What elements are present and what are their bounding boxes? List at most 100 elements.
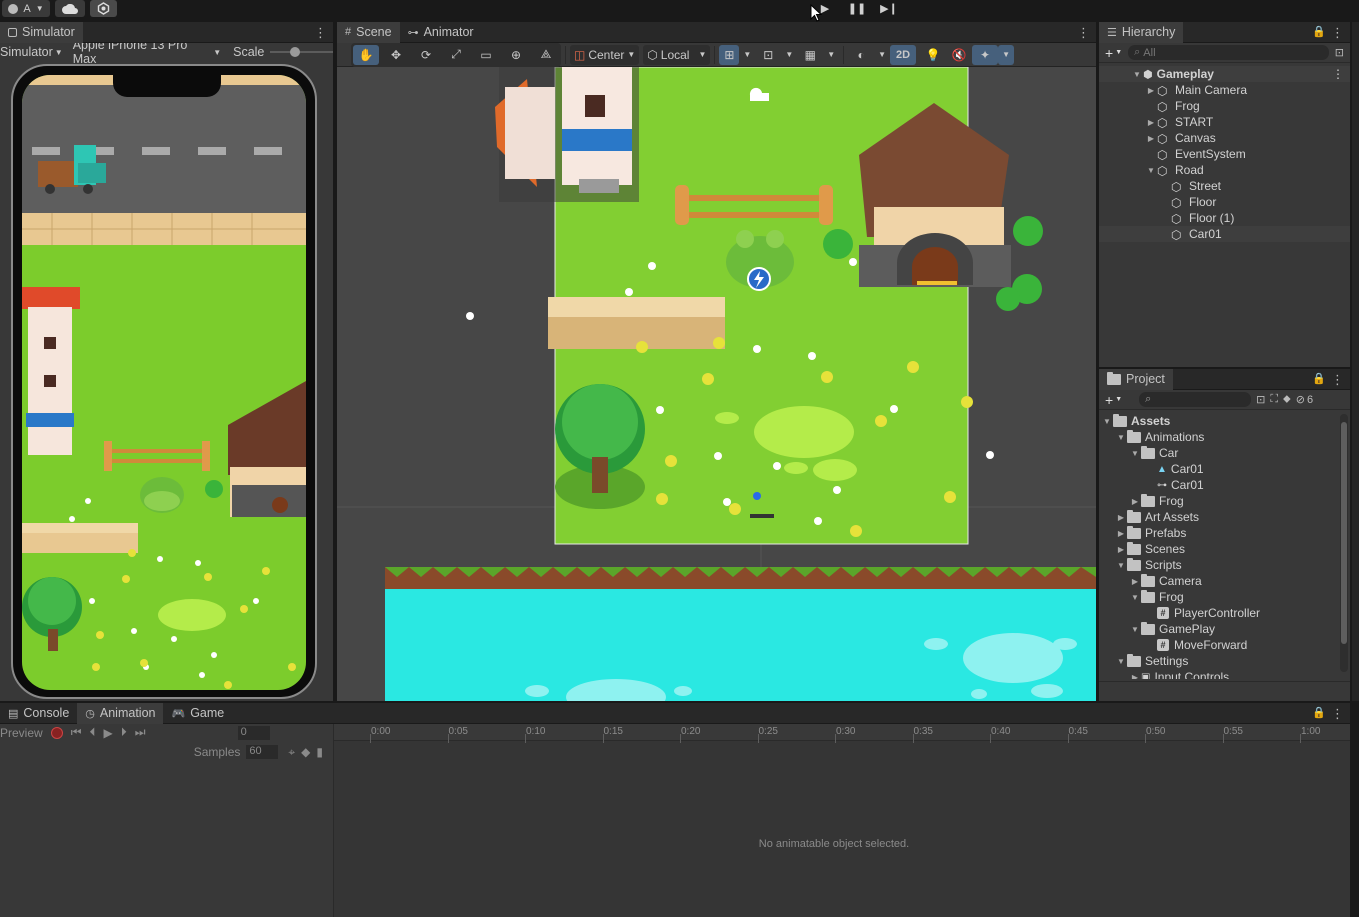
list-item[interactable]: # MoveForward: [1099, 637, 1350, 653]
scale-slider[interactable]: [270, 47, 333, 57]
list-item[interactable]: ▶ ⬡ Canvas: [1099, 130, 1350, 146]
list-item[interactable]: ▼ Animations: [1099, 429, 1350, 445]
search-options-icon[interactable]: ⊡: [1335, 46, 1344, 59]
list-item[interactable]: ⊶ Car01: [1099, 477, 1350, 493]
chevron-down-icon[interactable]: ▼: [739, 45, 755, 65]
expand-arrow-icon[interactable]: ▼: [1131, 70, 1143, 79]
list-item[interactable]: ▶ Scenes: [1099, 541, 1350, 557]
more-options-icon[interactable]: ⋮: [314, 25, 327, 41]
grid-snap-button[interactable]: ⊞: [719, 44, 740, 65]
scene-viewport[interactable]: [337, 67, 1096, 701]
list-item[interactable]: ▶ Art Assets: [1099, 509, 1350, 525]
pause-button[interactable]: ❚❚: [844, 0, 870, 16]
expand-arrow-icon[interactable]: ▶: [1129, 497, 1141, 506]
pivot-dropdown[interactable]: ◫ Center ▼: [570, 44, 640, 65]
more-options-icon[interactable]: ⋮: [1332, 67, 1344, 81]
add-asset-button[interactable]: + ▼: [1105, 392, 1122, 408]
scale-tool-button[interactable]: ⤢: [443, 45, 469, 65]
filter-icon[interactable]: ⛶: [1270, 393, 1278, 406]
chevron-down-icon[interactable]: ▼: [823, 45, 839, 65]
expand-arrow-icon[interactable]: ▼: [1115, 561, 1127, 570]
move-tool-button[interactable]: ✥: [383, 45, 409, 65]
expand-arrow-icon[interactable]: ▼: [1115, 657, 1127, 666]
expand-arrow-icon[interactable]: ▼: [1129, 625, 1141, 634]
slider-handle[interactable]: [290, 47, 301, 57]
list-item[interactable]: ⬡ Car01: [1099, 226, 1350, 242]
rect-tool-button[interactable]: ▭: [473, 45, 499, 65]
rotate-tool-button[interactable]: ⟳: [413, 45, 439, 65]
list-item[interactable]: ▼ GamePlay: [1099, 621, 1350, 637]
play-icon[interactable]: ▶: [104, 726, 113, 740]
tab-simulator[interactable]: Simulator: [0, 21, 83, 43]
project-search[interactable]: ⌕: [1139, 392, 1252, 407]
custom-tool-button[interactable]: ⟁: [533, 45, 559, 65]
hierarchy-search[interactable]: ⌕ All: [1128, 45, 1329, 60]
space-dropdown[interactable]: ⬡ Local ▼: [643, 44, 711, 65]
increment-snap-button[interactable]: ⊡: [755, 45, 781, 65]
list-item[interactable]: ▼ Frog: [1099, 589, 1350, 605]
hidden-packages-toggle[interactable]: ⊘ 6: [1296, 393, 1313, 407]
timeline-area[interactable]: No animatable object selected.: [334, 724, 1350, 917]
expand-arrow-icon[interactable]: ▼: [1145, 166, 1157, 175]
lock-icon[interactable]: 🔒: [1312, 372, 1326, 385]
list-item[interactable]: ⬡ Frog: [1099, 98, 1350, 114]
list-item[interactable]: ▶ Prefabs: [1099, 525, 1350, 541]
hand-tool-button[interactable]: ✋: [353, 44, 379, 65]
list-item[interactable]: ▶ ⬡ START: [1099, 114, 1350, 130]
expand-arrow-icon[interactable]: ▼: [1101, 417, 1113, 426]
lock-icon[interactable]: 🔒: [1312, 25, 1326, 38]
list-item[interactable]: ▼ Assets: [1099, 413, 1350, 429]
lighting-button[interactable]: 💡: [920, 45, 946, 65]
services-button[interactable]: [90, 0, 117, 17]
expand-arrow-icon[interactable]: ▶: [1145, 134, 1157, 143]
expand-arrow-icon[interactable]: ▶: [1115, 529, 1127, 538]
last-keyframe-icon[interactable]: ⏭: [135, 725, 146, 740]
more-options-icon[interactable]: ⋮: [1331, 25, 1344, 41]
list-item[interactable]: ▼ ⬡ Road: [1099, 162, 1350, 178]
list-item[interactable]: # PlayerController: [1099, 605, 1350, 621]
expand-arrow-icon[interactable]: ▶: [1145, 86, 1157, 95]
list-item[interactable]: ▶ ▣ Input Controls: [1099, 669, 1350, 679]
list-item[interactable]: ▼ ⬢ Gameplay ⋮: [1099, 66, 1350, 82]
list-item[interactable]: ▼ Settings: [1099, 653, 1350, 669]
scrollbar-thumb[interactable]: [1341, 422, 1347, 644]
draw-mode-button[interactable]: ◐: [848, 45, 874, 65]
toggle-2d-button[interactable]: 2D: [890, 44, 917, 65]
transform-tool-button[interactable]: ⊕: [503, 45, 529, 65]
add-keyframe-icon[interactable]: ◆: [301, 745, 310, 759]
tab-animator[interactable]: ⊶ Animator: [400, 22, 482, 43]
tab-console[interactable]: ▤ Console: [0, 703, 77, 724]
chevron-down-icon[interactable]: ▼: [781, 45, 797, 65]
lock-icon[interactable]: 🔒: [1312, 706, 1326, 719]
list-item[interactable]: ⬡ Street: [1099, 178, 1350, 194]
preview-toggle[interactable]: Preview: [0, 726, 43, 740]
chevron-down-icon[interactable]: ▼: [998, 44, 1014, 65]
expand-arrow-icon[interactable]: ▶: [1145, 118, 1157, 127]
step-button[interactable]: ▶❙: [876, 0, 902, 16]
list-item[interactable]: ⬡ Floor: [1099, 194, 1350, 210]
list-item[interactable]: ▶ Frog: [1099, 493, 1350, 509]
frame-input[interactable]: 0: [237, 725, 270, 740]
list-item[interactable]: ▼ Scripts: [1099, 557, 1350, 573]
tab-project[interactable]: Project: [1099, 368, 1173, 390]
phone-screen[interactable]: [22, 75, 306, 690]
list-item[interactable]: ▶ ⬡ Main Camera: [1099, 82, 1350, 98]
tab-game[interactable]: 🎮 Game: [163, 703, 232, 724]
filter-keyframes-icon[interactable]: ⌖: [288, 745, 295, 760]
list-item[interactable]: ▲ Car01: [1099, 461, 1350, 477]
scrollbar[interactable]: [1340, 414, 1348, 672]
more-options-icon[interactable]: ⋮: [1331, 706, 1344, 722]
search-by-type-icon[interactable]: ⊡: [1256, 393, 1265, 406]
simulator-mode-dropdown[interactable]: Simulator ▼: [0, 45, 63, 59]
record-icon[interactable]: [50, 726, 63, 739]
expand-arrow-icon[interactable]: ▶: [1115, 545, 1127, 554]
expand-arrow-icon[interactable]: ▶: [1129, 577, 1141, 586]
effects-button[interactable]: ✦: [972, 44, 999, 65]
more-options-icon[interactable]: ⋮: [1077, 25, 1090, 41]
list-item[interactable]: ▶ Camera: [1099, 573, 1350, 589]
expand-arrow-icon[interactable]: ▼: [1115, 433, 1127, 442]
expand-arrow-icon[interactable]: ▼: [1129, 593, 1141, 602]
expand-arrow-icon[interactable]: ▼: [1129, 449, 1141, 458]
audio-button[interactable]: 🔇: [946, 45, 972, 65]
add-event-icon[interactable]: ▮: [316, 745, 323, 759]
